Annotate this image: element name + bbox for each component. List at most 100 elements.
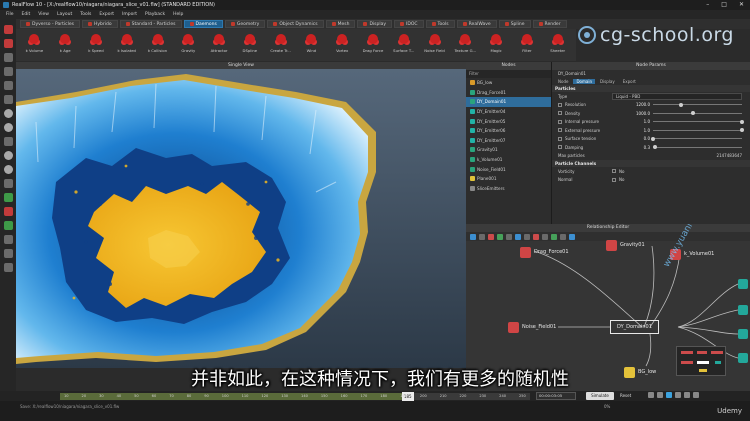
- param-tab[interactable]: Domain: [573, 78, 595, 84]
- node-list-item[interactable]: DY_Emitter07: [466, 136, 551, 146]
- nodes-filter-input[interactable]: Filter: [466, 70, 551, 78]
- daemon-shelf-button[interactable]: Vortex: [330, 32, 355, 53]
- param-tab[interactable]: Node: [555, 79, 571, 84]
- daemon-shelf-button[interactable]: Gravity: [176, 32, 201, 53]
- menu-view[interactable]: View: [38, 12, 49, 17]
- param-key-checkbox[interactable]: [558, 102, 562, 107]
- daemon-shelf-button[interactable]: Surface T...: [391, 32, 416, 53]
- param-key-checkbox[interactable]: [558, 111, 562, 116]
- emitter-icon[interactable]: [3, 193, 13, 202]
- daemon-shelf-button[interactable]: k Volume: [22, 32, 47, 53]
- rel-node-gravity[interactable]: Gravity01: [606, 239, 645, 251]
- close-button[interactable]: ✕: [739, 1, 744, 8]
- param-slider-knob[interactable]: [652, 145, 657, 150]
- daemon-shelf-button[interactable]: Sheeter: [545, 32, 570, 53]
- shelf-tab[interactable]: Dyverso - Particles: [20, 20, 80, 28]
- param-max-particles-value[interactable]: 2147483647: [612, 153, 750, 158]
- shelf-tab[interactable]: Display: [357, 20, 393, 28]
- node-list-item[interactable]: DY_Emitter06: [466, 126, 551, 136]
- first-frame-icon[interactable]: [648, 392, 654, 398]
- minimize-button[interactable]: –: [706, 1, 709, 8]
- param-tab[interactable]: Export: [620, 79, 639, 84]
- shelf-tab[interactable]: Object Dynamics: [267, 20, 324, 28]
- pen-tool-icon[interactable]: [3, 81, 13, 90]
- rotate-tool-icon[interactable]: [3, 53, 13, 62]
- maximize-button[interactable]: □: [721, 1, 727, 8]
- daemon-shelf-button[interactable]: Texture G...: [453, 32, 478, 53]
- menu-layout[interactable]: Layout: [57, 12, 72, 17]
- node-list-item[interactable]: Gravity01: [466, 145, 551, 155]
- param-slider[interactable]: [652, 145, 742, 150]
- shelf-tab[interactable]: RealWave: [456, 20, 497, 28]
- node-list-item[interactable]: Drag_Force01: [466, 88, 551, 98]
- rel-node-emitter-07-icon[interactable]: [738, 353, 748, 363]
- cube-icon[interactable]: [3, 123, 13, 132]
- param-slider[interactable]: [653, 119, 744, 124]
- daemon-shelf-button[interactable]: Create Tr...: [268, 32, 293, 53]
- param-slider[interactable]: [653, 128, 744, 133]
- node-list-item[interactable]: DY_Domain01: [466, 97, 551, 107]
- param-key-checkbox[interactable]: [558, 128, 562, 133]
- param-slider-knob[interactable]: [651, 136, 655, 141]
- menu-file[interactable]: File: [6, 12, 14, 17]
- play-icon[interactable]: [666, 392, 672, 398]
- shelf-tab[interactable]: Spline: [498, 20, 531, 28]
- simulate-button[interactable]: Simulate: [586, 392, 614, 400]
- node-list-item[interactable]: SliceEmitters: [466, 184, 551, 194]
- param-slider[interactable]: [653, 111, 742, 116]
- shelf-tab[interactable]: Mesh: [325, 20, 356, 28]
- mesh-icon[interactable]: [3, 221, 13, 230]
- param-value-field[interactable]: 0.3: [619, 145, 653, 150]
- daemon-shelf-button[interactable]: k Isolated: [114, 32, 139, 53]
- next-frame-icon[interactable]: [675, 392, 681, 398]
- param-value-field[interactable]: 1.0: [619, 119, 653, 124]
- particle-channels-section-header[interactable]: Particle Channels: [552, 160, 750, 167]
- param-key-checkbox[interactable]: [558, 145, 562, 150]
- param-key-checkbox[interactable]: [558, 136, 562, 141]
- daemon-shelf-button[interactable]: Magic: [484, 32, 509, 53]
- daemon-shelf-button[interactable]: DSpline: [237, 32, 262, 53]
- rel-node-emitter-05-icon[interactable]: [738, 305, 748, 315]
- param-slider[interactable]: [651, 136, 742, 141]
- scale-tool-icon[interactable]: [3, 67, 13, 76]
- param-type-select[interactable]: Liquid - PBD: [612, 92, 742, 100]
- loop-icon[interactable]: [693, 392, 699, 398]
- shelf-tab[interactable]: Render: [532, 20, 567, 28]
- rel-node-drag-force[interactable]: Drag_Force01: [520, 246, 569, 258]
- menu-help[interactable]: Help: [173, 12, 183, 17]
- reset-button[interactable]: Reset: [620, 392, 638, 400]
- param-value-field[interactable]: 0.0: [619, 136, 653, 141]
- null-icon[interactable]: [3, 263, 13, 272]
- shelf-tab[interactable]: Daemons: [183, 20, 223, 28]
- node-list-item[interactable]: DY_Emitter05: [466, 116, 551, 126]
- light-icon[interactable]: [3, 249, 13, 258]
- param-value-field[interactable]: 1.0: [619, 128, 653, 133]
- param-value-field[interactable]: 1000.0: [619, 111, 653, 116]
- daemon-shelf-button[interactable]: k Collision: [145, 32, 170, 53]
- select-tool-icon[interactable]: [3, 25, 13, 34]
- shelf-tab[interactable]: IDOC: [394, 20, 424, 28]
- torus-icon[interactable]: [3, 151, 13, 160]
- param-tab[interactable]: Display: [597, 79, 618, 84]
- daemon-shelf-button[interactable]: k Speed: [84, 32, 109, 53]
- param-slider-knob[interactable]: [740, 128, 744, 133]
- menu-import[interactable]: Import: [122, 12, 137, 17]
- time-display[interactable]: 00:00:03:05: [536, 392, 576, 400]
- menu-playback[interactable]: Playback: [145, 12, 165, 17]
- node-list-item[interactable]: BG_low: [466, 78, 551, 88]
- shelf-tab[interactable]: Tools: [425, 20, 455, 28]
- channel-checkbox[interactable]: [612, 169, 616, 174]
- node-list-item[interactable]: Plane001: [466, 174, 551, 184]
- daemon-shelf-button[interactable]: Filter: [515, 32, 540, 53]
- pivot-tool-icon[interactable]: [3, 95, 13, 104]
- node-list-item[interactable]: DY_Emitter04: [466, 107, 551, 117]
- param-key-checkbox[interactable]: [558, 119, 562, 124]
- shelf-tab[interactable]: Standard - Particles: [119, 20, 182, 28]
- rel-node-emitter-04-icon[interactable]: [738, 279, 748, 289]
- rel-node-dy-domain[interactable]: DY_Domain01: [610, 320, 659, 334]
- daemon-icon[interactable]: [3, 207, 13, 216]
- daemon-shelf-button[interactable]: Noise Field: [422, 32, 447, 53]
- daemon-shelf-button[interactable]: Attractor: [207, 32, 232, 53]
- sphere-icon[interactable]: [3, 109, 13, 118]
- cone-icon[interactable]: [3, 165, 13, 174]
